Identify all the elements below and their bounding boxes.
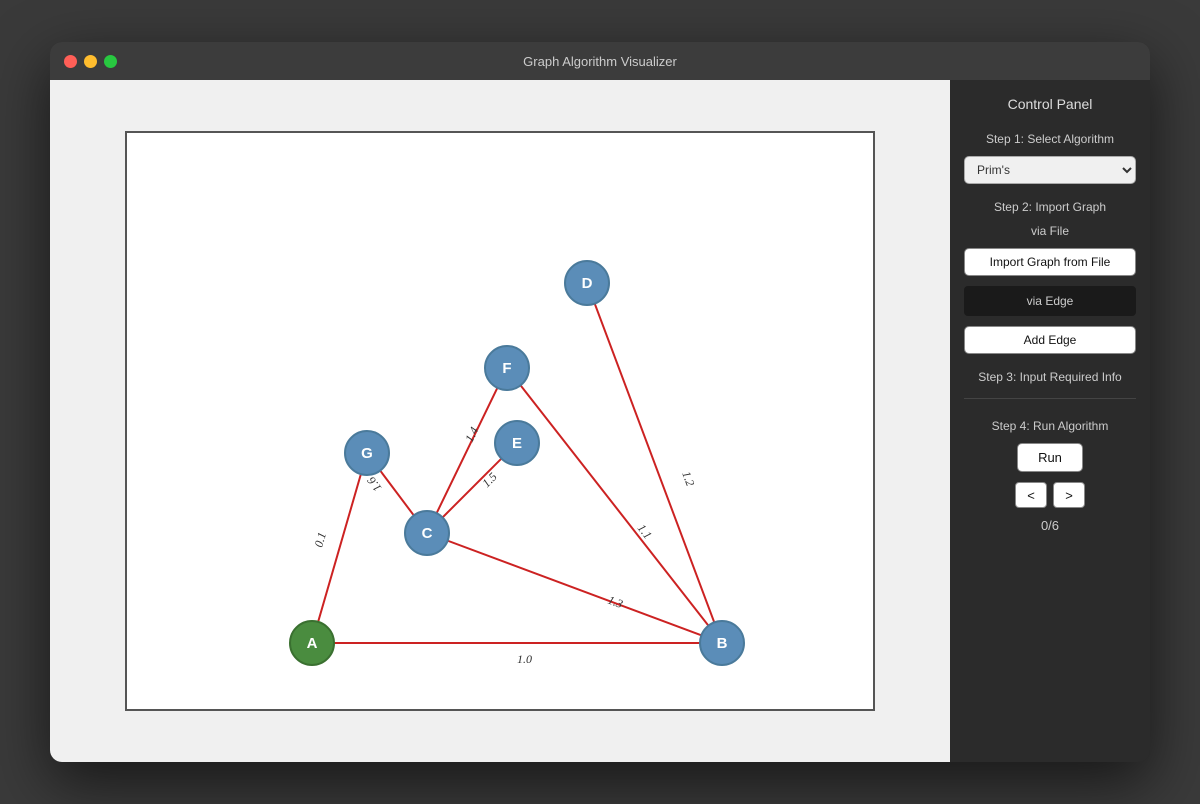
counter: 0/6 bbox=[964, 518, 1136, 533]
svg-text:1.0: 1.0 bbox=[517, 652, 532, 666]
next-button[interactable]: > bbox=[1053, 482, 1085, 508]
run-button[interactable]: Run bbox=[1017, 443, 1083, 472]
svg-text:E: E bbox=[512, 435, 522, 452]
graph-area: 1.00.11.61.41.51.31.21.1ABCDEFG bbox=[50, 80, 950, 762]
svg-text:G: G bbox=[361, 445, 373, 462]
svg-text:0.1: 0.1 bbox=[311, 531, 329, 549]
via-edge-label: via Edge bbox=[974, 294, 1126, 308]
step4-label: Step 4: Run Algorithm bbox=[964, 419, 1136, 433]
window-title: Graph Algorithm Visualizer bbox=[523, 54, 677, 69]
via-edge-section: via Edge bbox=[964, 286, 1136, 316]
title-bar: Graph Algorithm Visualizer bbox=[50, 42, 1150, 80]
separator bbox=[964, 398, 1136, 399]
step3-label: Step 3: Input Required Info bbox=[964, 370, 1136, 384]
window-content: 1.00.11.61.41.51.31.21.1ABCDEFG Control … bbox=[50, 80, 1150, 762]
graph-svg: 1.00.11.61.41.51.31.21.1ABCDEFG bbox=[127, 133, 873, 709]
step2-label: Step 2: Import Graph bbox=[964, 200, 1136, 214]
via-file-label: via File bbox=[964, 224, 1136, 238]
svg-text:1.1: 1.1 bbox=[635, 521, 655, 541]
maximize-button[interactable] bbox=[104, 55, 117, 68]
svg-text:1.6: 1.6 bbox=[364, 474, 384, 494]
control-panel: Control Panel Step 1: Select Algorithm P… bbox=[950, 80, 1150, 762]
svg-text:A: A bbox=[307, 635, 318, 652]
svg-text:B: B bbox=[717, 635, 728, 652]
app-window: Graph Algorithm Visualizer 1.00.11.61.41… bbox=[50, 42, 1150, 762]
add-edge-button[interactable]: Add Edge bbox=[964, 326, 1136, 354]
svg-text:C: C bbox=[422, 525, 433, 542]
close-button[interactable] bbox=[64, 55, 77, 68]
svg-text:1.2: 1.2 bbox=[679, 469, 697, 488]
svg-text:1.5: 1.5 bbox=[479, 470, 500, 491]
cp-title: Control Panel bbox=[964, 96, 1136, 112]
minimize-button[interactable] bbox=[84, 55, 97, 68]
svg-text:D: D bbox=[582, 275, 593, 292]
graph-canvas: 1.00.11.61.41.51.31.21.1ABCDEFG bbox=[125, 131, 875, 711]
algorithm-select[interactable]: Prim'sKruskal'sDijkstra'sBFSDFS bbox=[964, 156, 1136, 184]
prev-button[interactable]: < bbox=[1015, 482, 1047, 508]
traffic-lights bbox=[64, 55, 117, 68]
svg-text:1.3: 1.3 bbox=[606, 593, 625, 611]
svg-text:F: F bbox=[502, 360, 511, 377]
nav-row: < > bbox=[964, 482, 1136, 508]
import-graph-button[interactable]: Import Graph from File bbox=[964, 248, 1136, 276]
step1-label: Step 1: Select Algorithm bbox=[964, 132, 1136, 146]
